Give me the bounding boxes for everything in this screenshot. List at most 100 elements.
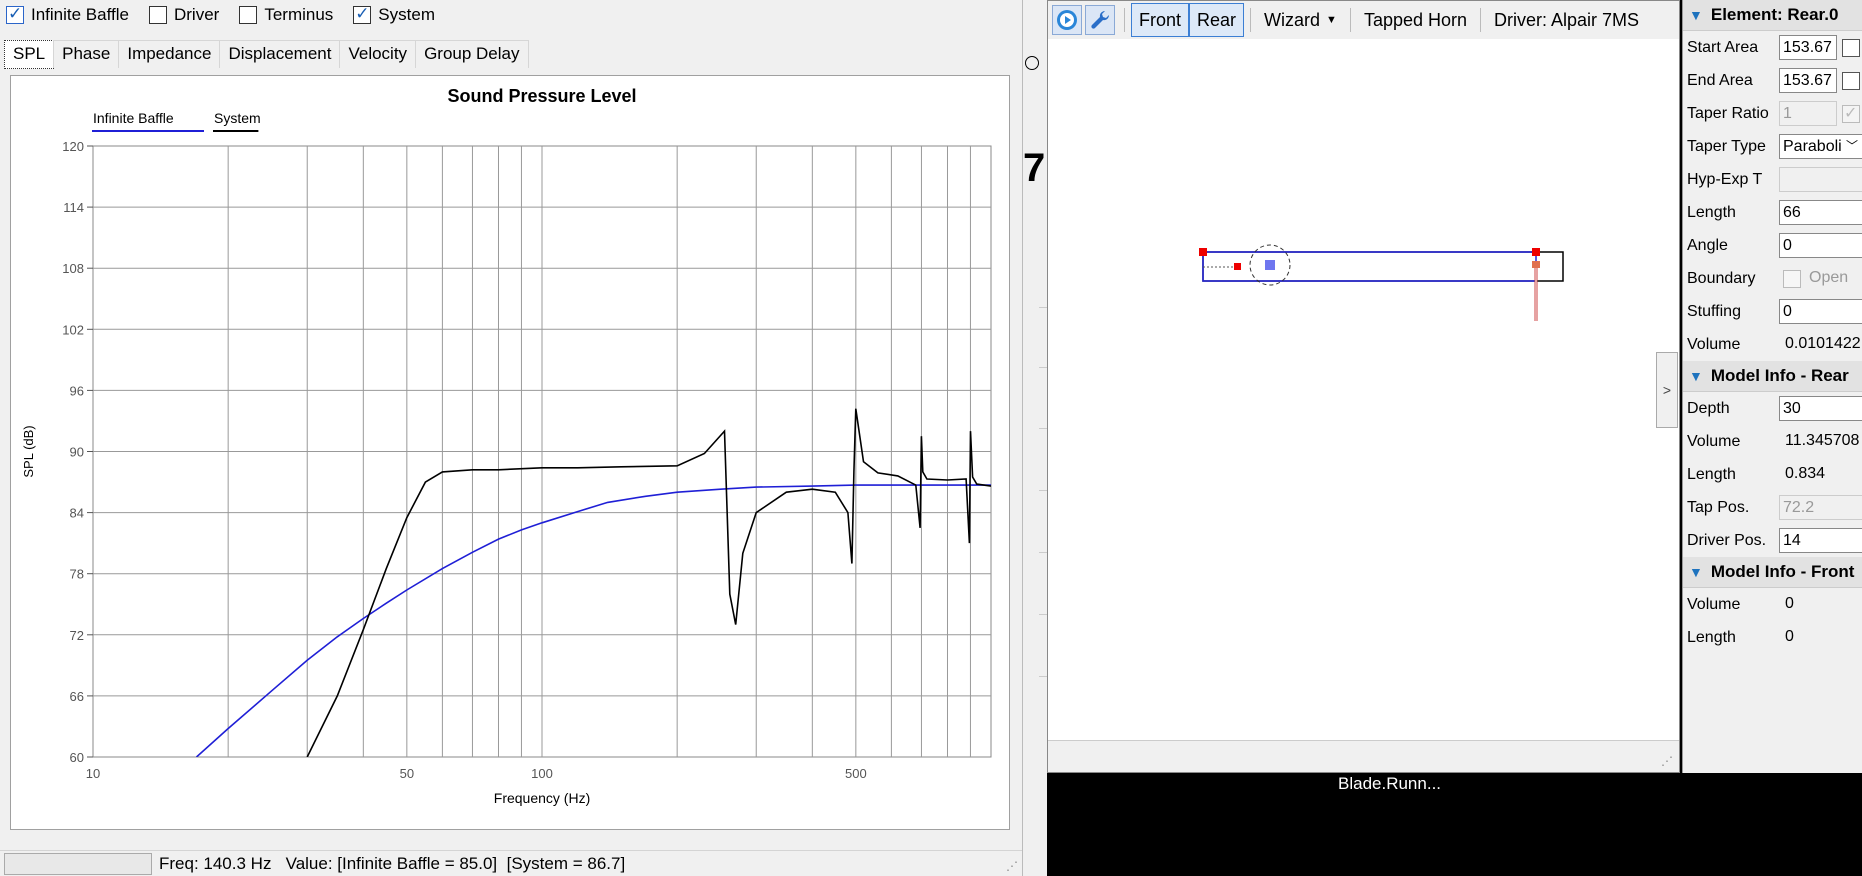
start-handle[interactable] xyxy=(1199,248,1207,256)
taper-type-value: Paraboli xyxy=(1783,138,1842,155)
horn-canvas[interactable] xyxy=(1048,39,1679,739)
resize-grip-icon[interactable]: ⋰ xyxy=(1661,754,1673,768)
tapped-horn-label[interactable]: Tapped Horn xyxy=(1357,3,1474,37)
start-area-input[interactable]: 153.67 xyxy=(1779,35,1837,60)
prop-label: Length xyxy=(1687,628,1736,646)
taper-ratio-input[interactable]: 1 xyxy=(1779,101,1837,126)
spl-chart-panel[interactable]: 60 66 72 78 84 90 96 102 108 114 120 10 50 100 500 Soun… xyxy=(10,75,1010,830)
front-volume-value: 0 xyxy=(1785,595,1794,612)
legend-entry: Infinite Baffle xyxy=(93,110,174,126)
spl-chart[interactable]: 60 66 72 78 84 90 96 102 108 114 120 10 50 100 500 Soun… xyxy=(11,76,1011,831)
x-tick-label: 100 xyxy=(531,766,553,781)
tab-impedance[interactable]: Impedance xyxy=(118,40,221,68)
collapse-triangle-icon[interactable]: ▼ xyxy=(1689,368,1703,384)
wizard-dropdown[interactable]: Wizard ▼ xyxy=(1257,3,1344,37)
end-handle[interactable] xyxy=(1532,248,1540,256)
prop-label: Volume xyxy=(1687,432,1741,450)
end-area-input[interactable]: 153.67 xyxy=(1779,68,1837,93)
driver-checkbox[interactable]: Driver xyxy=(148,5,220,25)
y-tick-label: 90 xyxy=(70,445,84,460)
chart-tabs: SPL Phase Impedance Displacement Velocit… xyxy=(4,40,529,69)
prop-label: Volume xyxy=(1687,335,1741,353)
rear-length-value: 0.834 xyxy=(1785,465,1826,482)
checkbox-box[interactable] xyxy=(148,6,167,24)
front-button[interactable]: Front xyxy=(1131,3,1190,37)
tab-phase[interactable]: Phase xyxy=(53,40,120,68)
checkbox-box[interactable] xyxy=(353,4,372,24)
rear-button[interactable]: Rear xyxy=(1189,3,1245,37)
depth-input[interactable]: 30 xyxy=(1779,396,1862,421)
checkbox-label: Terminus xyxy=(264,5,334,24)
chevron-right-icon: > xyxy=(1662,382,1672,398)
taper-ratio-checkbox[interactable] xyxy=(1842,103,1860,123)
tap-handle[interactable] xyxy=(1532,261,1540,268)
infinite-baffle-checkbox[interactable]: Infinite Baffle xyxy=(6,4,129,25)
resize-grip-icon[interactable]: ⋰ xyxy=(1006,859,1018,873)
angle-input[interactable]: 0 xyxy=(1779,233,1862,258)
system-checkbox[interactable]: System xyxy=(353,4,435,25)
prop-angle: Angle 0 xyxy=(1683,229,1862,262)
prop-length: Length 66 xyxy=(1683,196,1862,229)
series-toggle-row: Infinite Baffle Driver Terminus System xyxy=(0,0,449,30)
horn-outline xyxy=(1202,251,1564,282)
taper-type-select[interactable]: Paraboli ﹀ xyxy=(1779,134,1862,159)
prop-depth: Depth 30 xyxy=(1683,392,1862,425)
prop-boundary: Boundary Open xyxy=(1683,262,1862,295)
checkbox-box[interactable] xyxy=(6,4,24,24)
prop-label: End Area xyxy=(1687,71,1753,89)
end-area-checkbox[interactable] xyxy=(1842,72,1860,90)
y-tick-label: 78 xyxy=(70,567,84,582)
prop-label: Taper Type xyxy=(1687,137,1766,155)
collapse-triangle-icon[interactable]: ▼ xyxy=(1689,564,1703,580)
front-length-value: 0 xyxy=(1785,628,1794,645)
rear-volume-value: 11.345708 xyxy=(1785,432,1860,449)
driver-center[interactable] xyxy=(1265,260,1275,270)
prop-stuffing: Stuffing 0 xyxy=(1683,295,1862,328)
y-tick-label: 114 xyxy=(63,200,84,215)
checkbox-label: System xyxy=(378,5,435,24)
collapse-triangle-icon[interactable]: ▼ xyxy=(1689,7,1703,23)
checkbox-box[interactable] xyxy=(239,6,258,24)
tab-group-delay[interactable]: Group Delay xyxy=(415,40,529,68)
y-tick-label: 66 xyxy=(70,689,84,704)
x-tick-label: 50 xyxy=(400,766,414,781)
x-axis-label: Frequency (Hz) xyxy=(494,790,590,806)
y-tick-label: 72 xyxy=(70,628,84,643)
expand-panel-button[interactable]: > xyxy=(1656,352,1678,428)
tap-pos-input[interactable]: 72.2 xyxy=(1779,495,1862,520)
y-tick-label: 84 xyxy=(70,506,84,521)
tab-spl[interactable]: SPL xyxy=(4,40,55,69)
wrench-icon[interactable] xyxy=(1085,5,1115,35)
prop-rear-volume: Volume 11.345708 xyxy=(1683,425,1862,458)
prop-label: Boundary xyxy=(1687,269,1756,287)
stuffing-input[interactable]: 0 xyxy=(1779,299,1862,324)
tab-velocity[interactable]: Velocity xyxy=(339,40,417,68)
model-rear-section-header[interactable]: ▼ Model Info - Rear xyxy=(1683,361,1862,392)
terminus-checkbox[interactable]: Terminus xyxy=(239,5,333,25)
model-front-section-header[interactable]: ▼ Model Info - Front xyxy=(1683,557,1862,588)
y-tick-label: 60 xyxy=(70,750,84,765)
prop-front-length: Length 0 xyxy=(1683,621,1862,654)
tab-displacement[interactable]: Displacement xyxy=(219,40,341,68)
chevron-down-icon: ﹀ xyxy=(1845,139,1858,153)
element-section-header[interactable]: ▼ Element: Rear.0 xyxy=(1683,0,1862,31)
y-tick-label: 120 xyxy=(62,139,84,154)
y-tick-label: 108 xyxy=(62,261,84,276)
checkbox-label: Driver xyxy=(173,5,220,24)
hyp-exp-input[interactable] xyxy=(1779,167,1862,192)
taskbar-item[interactable]: Blade.Runn... xyxy=(1338,774,1441,794)
driver-label[interactable]: Driver: Alpair 7MS xyxy=(1487,3,1646,37)
y-axis-label: SPL (dB) xyxy=(21,425,36,477)
prop-label: Length xyxy=(1687,203,1736,221)
driver-handle[interactable] xyxy=(1234,263,1241,270)
play-icon[interactable] xyxy=(1052,5,1082,35)
driver-pos-input[interactable]: 14 xyxy=(1779,528,1862,553)
boundary-open-checkbox[interactable] xyxy=(1783,270,1801,288)
rear-element[interactable] xyxy=(1202,251,1537,282)
length-input[interactable]: 66 xyxy=(1779,200,1862,225)
prop-label: Volume xyxy=(1687,595,1741,613)
horn-diagram[interactable] xyxy=(1048,39,1679,739)
start-area-checkbox[interactable] xyxy=(1842,39,1860,57)
element-volume-value: 0.0101422 xyxy=(1785,335,1861,352)
prop-taper-ratio: Taper Ratio 1 xyxy=(1683,97,1862,130)
